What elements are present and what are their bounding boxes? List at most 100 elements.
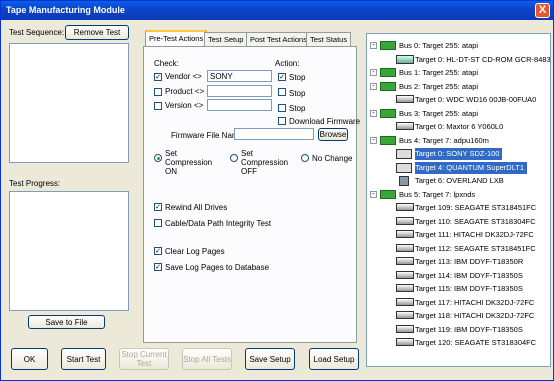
download-firmware-checkbox[interactable] xyxy=(278,117,286,125)
tree-expand-toggle[interactable]: - xyxy=(370,69,377,76)
tab-test-setup[interactable]: Test Setup xyxy=(204,32,248,46)
check-header: Check: xyxy=(154,59,179,68)
browse-button[interactable]: Browse xyxy=(318,128,348,141)
device-tree[interactable]: - Bus 0: Target 255: atapi Target 0: HL-DT… xyxy=(366,33,551,367)
bus-controller-icon xyxy=(380,135,396,145)
tree-target-node[interactable]: Target 111: HITACHI DK32DJ-72FC xyxy=(415,229,537,241)
no-change-label: No Change xyxy=(312,154,353,163)
tape-drive-icon xyxy=(396,162,412,173)
tree-target-node[interactable]: Target 113: IBM DDYF-T18350R xyxy=(415,256,526,268)
tree-target-node[interactable]: Target 0: Maxtor 6 Y060L0 xyxy=(415,121,506,133)
compression-off-radio[interactable] xyxy=(230,154,238,162)
tree-target-node[interactable]: Target 118: HITACHI DK32DJ-72FC xyxy=(415,310,537,322)
rewind-label: Rewind All Drives xyxy=(165,203,228,212)
tree-target-node[interactable]: Target 0: HL-DT-ST CD-ROM GCR-8483B xyxy=(415,54,550,66)
cable-test-label: Cable/Data Path Integrity Test xyxy=(165,219,272,228)
bus-controller-icon xyxy=(380,108,396,118)
hard-drive-icon xyxy=(396,338,414,346)
hard-drive-icon xyxy=(396,270,414,279)
product-label: Product <> xyxy=(165,87,205,96)
tree-target-node[interactable]: Target 4: QUANTUM SuperDLT1 xyxy=(415,161,528,174)
action-header: Action: xyxy=(275,59,300,68)
compression-on-radio[interactable] xyxy=(154,154,162,162)
save-to-file-button[interactable]: Save to File xyxy=(28,315,105,329)
tree-expand-toggle[interactable]: - xyxy=(370,82,377,90)
close-button[interactable]: X xyxy=(535,3,550,18)
version-stop-checkbox[interactable] xyxy=(278,104,286,112)
stop-current-test-button[interactable]: Stop Current Test xyxy=(119,348,169,370)
product-input[interactable] xyxy=(207,85,272,97)
tree-bus-node[interactable]: Bus 1: Target 255: atapi xyxy=(399,67,481,79)
tree-target-node[interactable]: Target 117: HITACHI DK32DJ-72FC xyxy=(415,297,537,309)
vendor-label: Vendor <> xyxy=(165,72,202,81)
tree-target-node[interactable]: Target 6: OVERLAND LXB xyxy=(415,175,507,187)
cdrom-drive-icon xyxy=(396,54,414,64)
tree-target-node[interactable]: Target 0: WDC WD16 00JB-00FUA0 xyxy=(415,94,539,106)
tree-target-node[interactable]: Target 0: SONY SDZ-100 xyxy=(415,148,503,160)
vendor-stop-checkbox[interactable]: ✓ xyxy=(278,73,286,81)
version-input[interactable] xyxy=(207,99,272,111)
version-checkbox[interactable] xyxy=(154,102,162,110)
tree-expand-toggle[interactable]: - xyxy=(370,190,377,198)
bus-controller-icon xyxy=(380,81,396,91)
bus-controller-icon xyxy=(380,41,396,50)
window-title: Tape Manufacturing Module xyxy=(6,5,125,15)
tree-bus-node[interactable]: Bus 0: Target 255: atapi xyxy=(399,40,481,52)
cable-test-checkbox[interactable] xyxy=(154,219,162,227)
test-sequence-list[interactable] xyxy=(9,43,129,163)
ok-button[interactable]: OK xyxy=(11,348,48,370)
tree-target-node[interactable]: Target 115: IBM DDYF-T18350S xyxy=(415,283,526,295)
hard-drive-icon xyxy=(396,257,414,265)
no-change-radio[interactable] xyxy=(301,154,309,162)
tab-test-status[interactable]: Test Status xyxy=(306,32,352,46)
hard-drive-icon xyxy=(396,95,414,103)
tape-library-icon xyxy=(399,176,409,186)
hard-drive-icon xyxy=(396,230,414,238)
test-progress-list[interactable] xyxy=(9,191,129,311)
tree-bus-node[interactable]: Bus 4: Target 7: adpu160m xyxy=(399,135,492,147)
tree-target-node[interactable]: Target 119: IBM DDYF-T18350S xyxy=(415,324,526,336)
vendor-stop-label: Stop xyxy=(289,73,306,82)
tree-bus-node[interactable]: Bus 5: Target 7: lpxnds xyxy=(399,189,478,201)
compression-off-label: Set Compression OFF xyxy=(241,149,289,176)
hard-drive-icon xyxy=(396,284,414,292)
load-setup-button[interactable]: Load Setup xyxy=(309,348,359,370)
version-label: Version <> xyxy=(165,101,204,110)
save-log-label: Save Log Pages to Database xyxy=(165,263,270,272)
hard-drive-icon xyxy=(396,203,414,211)
tree-target-node[interactable]: Target 112: SEAGATE ST318451FC xyxy=(415,243,539,255)
bus-controller-icon xyxy=(380,189,396,199)
start-test-button[interactable]: Start Test xyxy=(61,348,106,370)
tree-target-node[interactable]: Target 120: SEAGATE ST318304FC xyxy=(415,337,539,349)
product-stop-checkbox[interactable] xyxy=(278,88,286,96)
product-checkbox[interactable] xyxy=(154,88,162,96)
compression-on-label: Set Compression ON xyxy=(165,149,213,176)
remove-test-button[interactable]: Remove Test xyxy=(65,25,129,40)
tape-manufacturing-window: Tape Manufacturing Module X Test Sequenc… xyxy=(0,0,554,381)
test-sequence-label: Test Sequence: xyxy=(9,28,65,37)
bus-controller-icon xyxy=(380,68,396,77)
tree-target-node[interactable]: Target 114: IBM DDYF-T18350S xyxy=(415,270,526,282)
save-log-checkbox[interactable]: ✓ xyxy=(154,263,162,271)
tree-expand-toggle[interactable]: - xyxy=(370,42,377,49)
title-bar[interactable]: Tape Manufacturing Module X xyxy=(1,1,553,20)
firmware-file-input[interactable] xyxy=(234,128,314,140)
tab-pre-test-actions[interactable]: Pre-Test Actions xyxy=(145,30,208,47)
clear-log-label: Clear Log Pages xyxy=(165,247,225,256)
clear-log-checkbox[interactable]: ✓ xyxy=(154,247,162,255)
stop-all-tests-button[interactable]: Stop All Tests xyxy=(182,348,232,370)
vendor-checkbox[interactable]: ✓ xyxy=(154,73,162,81)
product-stop-label: Stop xyxy=(289,89,306,98)
vendor-input[interactable]: SONY xyxy=(207,70,272,82)
tree-expand-toggle[interactable]: - xyxy=(370,136,377,144)
save-setup-button[interactable]: Save Setup xyxy=(245,348,295,370)
tree-target-node[interactable]: Target 110: SEAGATE ST318304FC xyxy=(415,216,539,228)
tree-bus-node[interactable]: Bus 2: Target 255: atapi xyxy=(399,81,481,93)
rewind-checkbox[interactable]: ✓ xyxy=(154,203,162,211)
test-progress-label: Test Progress: xyxy=(9,179,61,188)
tab-post-test-actions[interactable]: Post Test Actions xyxy=(246,32,311,46)
tape-drive-icon xyxy=(396,149,412,159)
tree-expand-toggle[interactable]: - xyxy=(370,109,377,117)
tree-bus-node[interactable]: Bus 3: Target 255: atapi xyxy=(399,108,481,120)
tree-target-node[interactable]: Target 109: SEAGATE ST318451FC xyxy=(415,202,539,214)
